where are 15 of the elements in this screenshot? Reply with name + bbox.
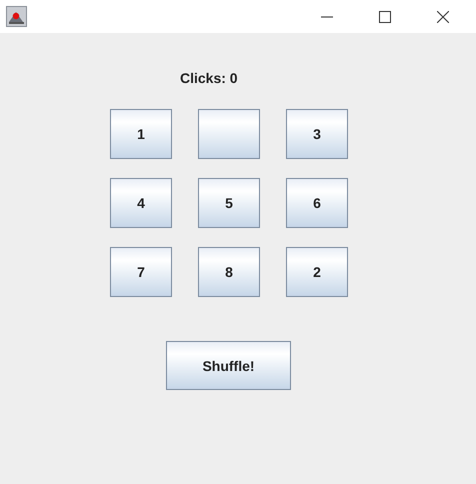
shuffle-button[interactable]: Shuffle! bbox=[166, 341, 291, 390]
tile-button[interactable]: 1 bbox=[110, 109, 172, 159]
tile-button[interactable]: 8 bbox=[198, 247, 260, 297]
empty-tile-button[interactable] bbox=[198, 109, 260, 159]
app-icon bbox=[6, 6, 27, 27]
tile-button[interactable]: 4 bbox=[110, 178, 172, 228]
maximize-icon[interactable] bbox=[379, 10, 391, 22]
clicks-counter: Clicks: 0 bbox=[180, 70, 238, 86]
tile-button[interactable]: 3 bbox=[286, 109, 348, 159]
minimize-icon[interactable] bbox=[321, 16, 333, 18]
close-icon[interactable] bbox=[437, 10, 449, 22]
tile-button[interactable]: 2 bbox=[286, 247, 348, 297]
tile-button[interactable]: 5 bbox=[198, 178, 260, 228]
tile-button[interactable]: 6 bbox=[286, 178, 348, 228]
tile-button[interactable]: 7 bbox=[110, 247, 172, 297]
